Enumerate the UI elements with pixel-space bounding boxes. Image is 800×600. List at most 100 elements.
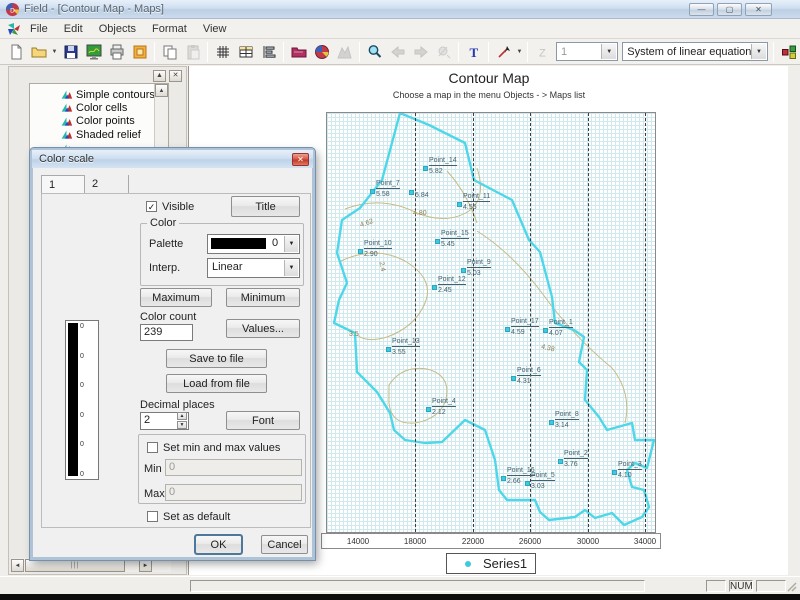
visible-checkbox[interactable]: ✓ <box>146 201 157 212</box>
resize-grip-icon[interactable] <box>786 581 798 593</box>
panel-close-button[interactable]: ✕ <box>169 70 182 82</box>
legend[interactable]: Series1 <box>446 553 536 574</box>
contour-value-label: 2.4 <box>377 261 387 272</box>
minimize-button[interactable]: — <box>689 3 714 16</box>
app-globe-icon[interactable] <box>310 41 333 62</box>
spin-up-icon[interactable]: ▲ <box>177 412 187 420</box>
map-point-marker[interactable]: Point_13 3.55 <box>386 338 420 356</box>
color-count-input[interactable]: 239 <box>140 324 193 341</box>
map-point-marker[interactable]: Point_1 4.07 <box>543 319 573 337</box>
set-minmax-checkbox[interactable] <box>147 442 158 453</box>
scale-tick-label: 0 <box>80 352 84 360</box>
zoom-icon[interactable] <box>363 41 386 62</box>
max-input[interactable]: 0 <box>165 484 302 501</box>
dialog-title-bar[interactable]: Color scale <box>32 150 313 168</box>
folder-3d-icon[interactable] <box>287 41 310 62</box>
menu-item-edit[interactable]: Edit <box>56 21 91 37</box>
save-icon[interactable] <box>59 41 82 62</box>
map-display-icon[interactable] <box>82 41 105 62</box>
panel-pin-button[interactable]: ▲ <box>153 70 166 82</box>
tree-item-simple-contours[interactable]: Simple contours <box>60 88 155 101</box>
options-icon[interactable] <box>128 41 151 62</box>
minimum-button[interactable]: Minimum <box>226 288 300 307</box>
map-point-marker[interactable]: Point_4 2.12 <box>426 398 456 416</box>
map-point-marker[interactable]: Point_8 3.14 <box>549 411 579 429</box>
scroll-up-icon[interactable]: ▲ <box>155 84 168 97</box>
chevron-down-icon[interactable]: ▼ <box>284 236 298 252</box>
set-default-checkbox[interactable] <box>147 511 158 522</box>
map-point-marker[interactable]: Point_14 5.82 <box>423 157 457 175</box>
map-point-marker[interactable]: 5.84 <box>409 190 429 199</box>
map-point-marker[interactable]: Point_12 2.45 <box>432 276 466 294</box>
map-point-marker[interactable]: Point_5 3.03 <box>525 472 555 490</box>
map-point-marker[interactable]: Point_17 4.59 <box>505 318 539 336</box>
font-button[interactable]: Font <box>226 411 300 430</box>
tree-item-color-cells[interactable]: Color cells <box>60 101 127 114</box>
map-point-marker[interactable]: Point_6 4.31 <box>511 367 541 385</box>
set-default-label: Set as default <box>163 511 231 523</box>
menu-item-objects[interactable]: Objects <box>91 21 144 37</box>
tab-2[interactable]: 2 <box>85 175 129 193</box>
chevron-down-icon[interactable]: ▼ <box>751 44 766 59</box>
point-value: 2.12 <box>432 409 446 416</box>
map-point-marker[interactable]: Point_9 5.03 <box>461 259 491 277</box>
tree-horizontal-scrollbar[interactable]: ◄ ||| ► <box>11 558 171 572</box>
chevron-down-icon[interactable]: ▼ <box>601 44 617 59</box>
window-title: Field - [Contour Map - Maps] <box>24 3 164 15</box>
load-from-file-button[interactable]: Load from file <box>166 374 267 393</box>
scroll-left-icon[interactable]: ◄ <box>11 558 24 572</box>
map-point-marker[interactable]: Point_2 3.76 <box>558 450 588 468</box>
chevron-down-icon[interactable]: ▼ <box>284 260 298 276</box>
insert-table-icon[interactable] <box>234 41 257 62</box>
min-input[interactable]: 0 <box>165 459 302 476</box>
map-point-marker[interactable]: Point_11 4.55 <box>457 193 491 211</box>
maximize-button[interactable]: ▢ <box>717 3 742 16</box>
map-point-marker[interactable]: Point_7 5.58 <box>370 180 400 198</box>
bars-icon[interactable] <box>257 41 280 62</box>
values-button[interactable]: Values... <box>226 319 300 338</box>
save-to-file-button[interactable]: Save to file <box>166 349 267 368</box>
dialog-close-button[interactable]: ✕ <box>292 153 309 166</box>
scale-tick-label: 0 <box>80 470 84 478</box>
chevron-down-icon[interactable]: ▼ <box>50 41 59 62</box>
spin-down-icon[interactable]: ▼ <box>177 421 187 429</box>
open-folder-icon[interactable] <box>27 41 50 62</box>
tree-item-color-points[interactable]: Color points <box>60 115 135 128</box>
point-label: Point_6 <box>517 367 541 376</box>
tab-1[interactable]: 1 <box>41 175 85 193</box>
scroll-right-icon[interactable]: ► <box>139 558 152 572</box>
map-point-marker[interactable]: Point_10 2.90 <box>358 240 392 258</box>
ok-button[interactable]: OK <box>194 534 243 555</box>
point-label: Point_5 <box>531 472 555 481</box>
z-tool-icon: Z <box>531 41 554 62</box>
menu-item-file[interactable]: File <box>22 21 56 37</box>
chevron-down-icon[interactable]: ▼ <box>515 41 524 62</box>
pointer-tool-icon[interactable] <box>492 41 515 62</box>
copy-icon[interactable] <box>158 41 181 62</box>
maximum-button[interactable]: Maximum <box>140 288 212 307</box>
equation-mode-combo[interactable]: System of linear equations ▼ <box>622 42 768 61</box>
grid-icon[interactable] <box>211 41 234 62</box>
tree-item-shaded-relief[interactable]: Shaded relief <box>60 128 141 141</box>
map-point-marker[interactable]: Point_16 2.66 <box>501 467 535 485</box>
point-label: Point_2 <box>564 450 588 459</box>
title-button[interactable]: Title <box>231 196 300 217</box>
zoom-level-combo[interactable]: 1 ▼ <box>556 42 619 61</box>
blocks-icon[interactable] <box>777 41 800 62</box>
print-icon[interactable] <box>105 41 128 62</box>
text-tool-icon[interactable]: T <box>462 41 485 62</box>
series-marker-icon <box>465 560 471 567</box>
menu-item-view[interactable]: View <box>195 21 235 37</box>
cancel-button[interactable]: Cancel <box>261 535 308 554</box>
palette-combo[interactable]: 0 ▼ <box>207 234 300 254</box>
mountain-icon <box>333 41 356 62</box>
menu-item-format[interactable]: Format <box>144 21 195 37</box>
map-point-marker[interactable]: Point_3 4.10 <box>612 461 642 479</box>
point-value: 5.84 <box>415 192 429 199</box>
interp-combo[interactable]: Linear ▼ <box>207 258 300 278</box>
scrollbar-thumb[interactable]: ||| <box>25 558 125 572</box>
map-point-marker[interactable]: Point_15 5.45 <box>435 230 469 248</box>
map-plot-area[interactable]: Point_14 5.82 Point_7 5.58 5.84 Point_11 4.55 P… <box>326 112 656 533</box>
new-document-icon[interactable] <box>4 41 27 62</box>
close-button[interactable]: ✕ <box>745 3 772 16</box>
